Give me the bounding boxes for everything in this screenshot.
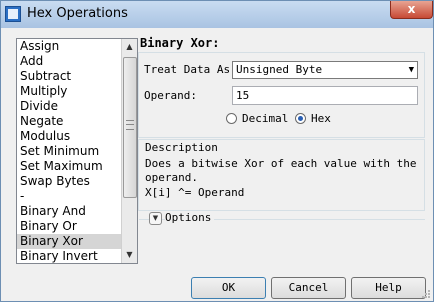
operations-list-items: Assign Add Subtract Multiply Divide Negate Mod… xyxy=(17,39,121,263)
operation-title: Binary Xor: xyxy=(140,36,220,50)
description-group: Description Does a bitwise Xor of each v… xyxy=(138,139,425,211)
list-item[interactable]: Negate xyxy=(17,114,121,129)
scrollbar-grip-icon xyxy=(126,120,134,130)
help-button[interactable]: Help xyxy=(351,277,426,299)
treat-data-select[interactable]: Unsigned Byte ▼ xyxy=(232,61,418,79)
app-icon xyxy=(5,6,21,22)
hex-radio[interactable] xyxy=(295,113,306,124)
operand-label: Operand: xyxy=(144,89,197,102)
list-item[interactable]: Swap Bytes xyxy=(17,174,121,189)
list-item[interactable]: Binary Xor xyxy=(17,234,121,249)
list-item[interactable]: Subtract xyxy=(17,69,121,84)
decimal-radio-label[interactable]: Decimal xyxy=(242,112,288,125)
parameters-group: Treat Data As: Unsigned Byte ▼ Operand: … xyxy=(138,52,425,138)
treat-data-label: Treat Data As: xyxy=(144,63,237,76)
chevron-down-icon[interactable]: ▼ xyxy=(409,62,414,78)
operations-scrollbar[interactable]: ▲ ▼ xyxy=(121,39,137,263)
description-title: Description xyxy=(145,141,218,154)
resize-grip-icon[interactable] xyxy=(421,289,431,299)
ok-button[interactable]: OK xyxy=(191,277,266,299)
scroll-up-arrow-icon[interactable]: ▲ xyxy=(122,39,137,55)
expand-chevron-icon[interactable]: ▼ xyxy=(149,212,162,225)
dialog-window: Hex Operations x Assign Add Subtract Multip… xyxy=(0,0,434,302)
scrollbar-thumb[interactable] xyxy=(123,57,137,198)
window-title: Hex Operations xyxy=(27,6,128,21)
description-formula: X[i] ^= Operand xyxy=(145,186,245,199)
description-text: Does a bitwise Xor of each value with th… xyxy=(145,157,417,184)
dialog-client-area: Assign Add Subtract Multiply Divide Negate Mod… xyxy=(8,29,428,299)
options-label[interactable]: Options xyxy=(165,211,215,224)
list-item[interactable]: Divide xyxy=(17,99,121,114)
treat-data-value: Unsigned Byte xyxy=(236,63,323,76)
operand-input[interactable]: 15 xyxy=(232,86,418,105)
list-item[interactable]: Binary Or xyxy=(17,219,121,234)
title-bar[interactable]: Hex Operations x xyxy=(1,1,433,28)
close-icon[interactable]: x xyxy=(390,1,433,19)
decimal-radio[interactable] xyxy=(226,113,237,124)
cancel-button[interactable]: Cancel xyxy=(271,277,346,299)
list-item[interactable]: Set Maximum xyxy=(17,159,121,174)
list-item[interactable]: Modulus xyxy=(17,129,121,144)
list-item[interactable]: Assign xyxy=(17,39,121,54)
list-item[interactable]: - xyxy=(17,189,121,204)
hex-radio-label[interactable]: Hex xyxy=(311,112,331,125)
list-item[interactable]: Binary Invert xyxy=(17,249,121,263)
list-item[interactable]: Binary And xyxy=(17,204,121,219)
list-item[interactable]: Add xyxy=(17,54,121,69)
list-item[interactable]: Set Minimum xyxy=(17,144,121,159)
operations-list[interactable]: Assign Add Subtract Multiply Divide Negate Mod… xyxy=(16,38,138,264)
list-item[interactable]: Multiply xyxy=(17,84,121,99)
scroll-down-arrow-icon[interactable]: ▼ xyxy=(122,247,137,263)
